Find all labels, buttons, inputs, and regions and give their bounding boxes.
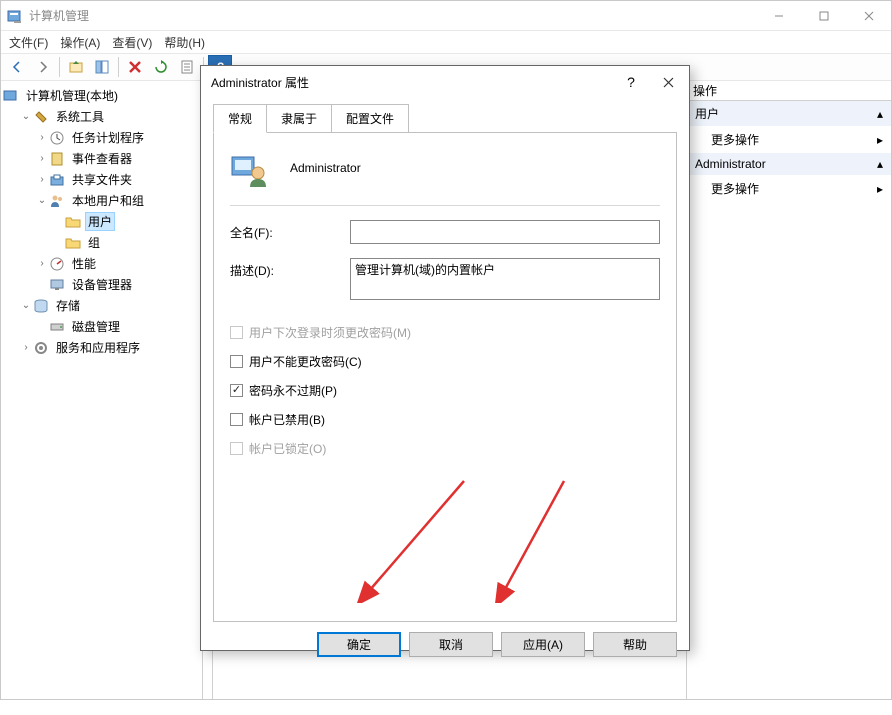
actions-panel: 操作 用户 ▴ 更多操作 ▸ Administrator ▴ 更多操作 ▸ [687,81,891,699]
tree-event-viewer[interactable]: › 事件查看器 [35,148,200,169]
dialog-help-button[interactable]: ? [615,66,647,98]
dialog-buttons: 确定 取消 应用(A) 帮助 [201,622,689,669]
forward-button[interactable] [31,55,55,79]
share-icon [49,172,65,188]
checkbox-icon [230,442,243,455]
menubar: 文件(F) 操作(A) 查看(V) 帮助(H) [1,31,891,53]
properties-dialog: Administrator 属性 ? 常规 隶属于 配置文件 Administr… [200,65,690,651]
tree-users[interactable]: 用户 [51,211,200,232]
tree-storage[interactable]: ⌄ 存储 [19,295,200,316]
tab-panel-general: Administrator 全名(F): 描述(D): 用户下次登录时须更改密码… [213,132,677,622]
dialog-titlebar: Administrator 属性 ? [201,66,689,98]
tools-icon [33,109,49,125]
actions-more-users[interactable]: 更多操作 ▸ [687,126,891,153]
actions-group-users[interactable]: 用户 ▴ [687,101,891,126]
event-icon [49,151,65,167]
close-button[interactable] [846,1,891,31]
checkbox-icon [230,384,243,397]
checkbox-icon [230,413,243,426]
device-icon [49,277,65,293]
collapse-icon[interactable]: ⌄ [19,110,33,124]
app-icon [7,8,23,24]
description-label: 描述(D): [230,258,350,279]
annotation-arrow-1 [354,473,474,603]
computer-icon [3,88,19,104]
actions-more-admin[interactable]: 更多操作 ▸ [687,175,891,202]
checkbox-icon [230,326,243,339]
annotation-arrow-2 [489,473,589,603]
collapse-icon: ▴ [877,107,883,121]
chevron-right-icon: ▸ [877,133,883,147]
user-icon [230,149,268,187]
tree-shared-folders[interactable]: › 共享文件夹 [35,169,200,190]
tab-memberof[interactable]: 隶属于 [267,104,332,132]
menu-help[interactable]: 帮助(H) [164,34,205,51]
ok-button[interactable]: 确定 [317,632,401,657]
expand-icon[interactable]: › [35,257,49,271]
apply-button[interactable]: 应用(A) [501,632,585,657]
tabstrip: 常规 隶属于 配置文件 [213,104,677,132]
description-input[interactable] [350,258,660,300]
tree-device-manager[interactable]: 设备管理器 [35,274,200,295]
chevron-right-icon: ▸ [877,182,883,196]
minimize-button[interactable] [756,1,801,31]
checkbox-disabled[interactable]: 帐户已禁用(B) [230,411,660,428]
users-icon [49,193,65,209]
tree-disk-management[interactable]: 磁盘管理 [35,316,200,337]
collapse-icon[interactable]: ⌄ [19,299,33,313]
tree-local-users-groups[interactable]: ⌄ 本地用户和组 [35,190,200,211]
back-button[interactable] [5,55,29,79]
help-button[interactable]: 帮助 [593,632,677,657]
tree-groups[interactable]: 组 [51,232,200,253]
services-icon [33,340,49,356]
fullname-input[interactable] [350,220,660,244]
tree-panel: 计算机管理(本地) ⌄ 系统工具 › 任务计划程序 [1,81,203,699]
dialog-close-button[interactable] [647,66,689,98]
expand-icon[interactable]: › [35,152,49,166]
refresh-button[interactable] [149,55,173,79]
tree-task-scheduler[interactable]: › 任务计划程序 [35,127,200,148]
perf-icon [49,256,65,272]
collapse-icon: ▴ [877,157,883,171]
actions-header: 操作 [687,81,891,101]
cancel-button[interactable]: 取消 [409,632,493,657]
checkbox-locked: 帐户已锁定(O) [230,440,660,457]
maximize-button[interactable] [801,1,846,31]
username-label: Administrator [290,161,361,175]
storage-icon [33,298,49,314]
titlebar: 计算机管理 [1,1,891,31]
menu-file[interactable]: 文件(F) [9,34,48,51]
checkbox-icon [230,355,243,368]
folder-icon [65,214,81,230]
window-title: 计算机管理 [29,7,756,24]
properties-button[interactable] [175,55,199,79]
dialog-title: Administrator 属性 [211,74,615,91]
fullname-label: 全名(F): [230,220,350,241]
expand-icon[interactable]: › [35,131,49,145]
up-button[interactable] [64,55,88,79]
checkbox-must-change: 用户下次登录时须更改密码(M) [230,324,660,341]
checkbox-cannot-change[interactable]: 用户不能更改密码(C) [230,353,660,370]
tree-root[interactable]: 计算机管理(本地) [3,85,200,106]
show-hide-tree-button[interactable] [90,55,114,79]
menu-view[interactable]: 查看(V) [112,34,152,51]
clock-icon [49,130,65,146]
disk-icon [49,319,65,335]
tree-system-tools[interactable]: ⌄ 系统工具 [19,106,200,127]
folder-icon [65,235,81,251]
tree-performance[interactable]: › 性能 [35,253,200,274]
collapse-icon[interactable]: ⌄ [35,194,49,208]
tree-services-apps[interactable]: › 服务和应用程序 [19,337,200,358]
tab-profile[interactable]: 配置文件 [332,104,409,132]
checkbox-never-expire[interactable]: 密码永不过期(P) [230,382,660,399]
menu-action[interactable]: 操作(A) [60,34,100,51]
tab-general[interactable]: 常规 [213,104,267,133]
actions-group-admin[interactable]: Administrator ▴ [687,153,891,175]
expand-icon[interactable]: › [19,341,33,355]
delete-button[interactable] [123,55,147,79]
expand-icon[interactable]: › [35,173,49,187]
